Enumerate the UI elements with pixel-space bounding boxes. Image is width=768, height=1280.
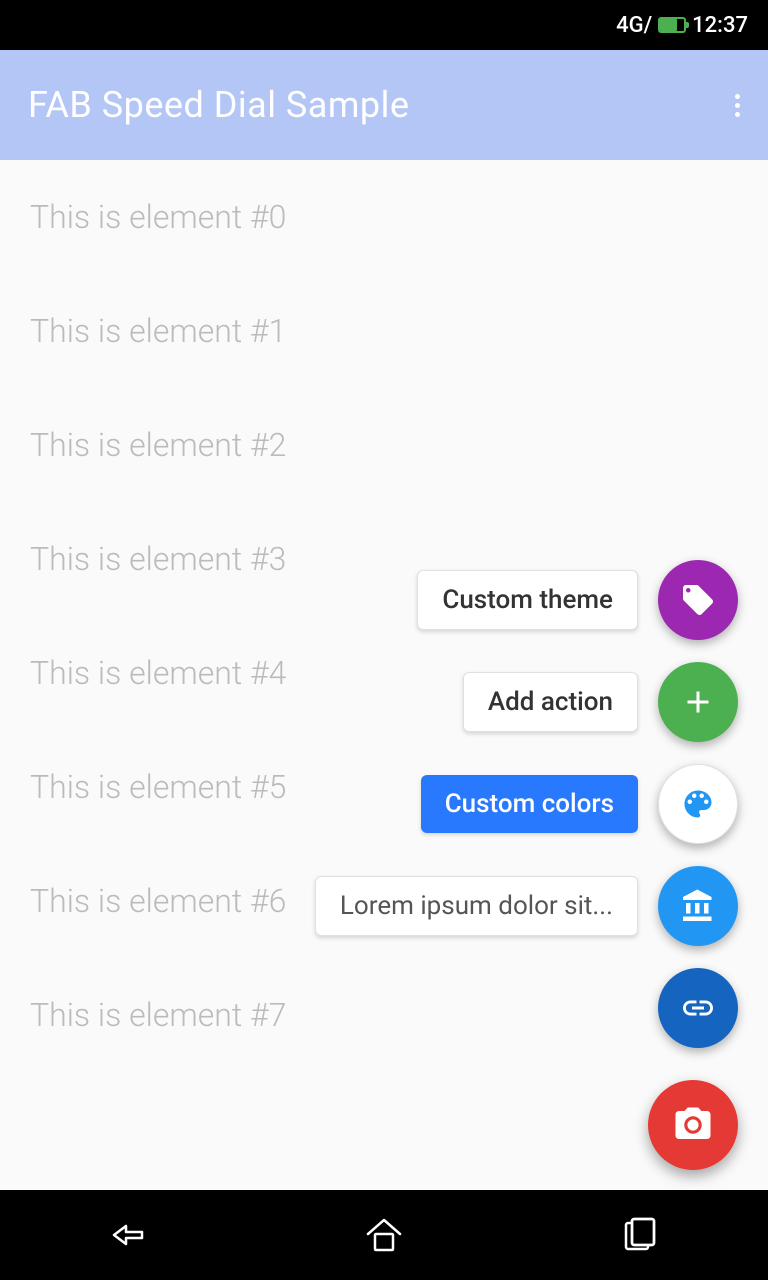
plus-icon xyxy=(680,684,716,720)
clock: 12:37 xyxy=(692,13,748,38)
fab-item-lorem: Lorem ipsum dolor sit... xyxy=(315,866,738,946)
list-item: This is element #0 xyxy=(0,160,768,274)
status-bar: 4G/ 12:37 xyxy=(0,0,768,50)
lorem-label[interactable]: Lorem ipsum dolor sit... xyxy=(315,876,638,936)
add-action-button[interactable] xyxy=(658,662,738,742)
link-icon xyxy=(680,990,716,1026)
battery-icon xyxy=(658,17,686,33)
more-options-button[interactable] xyxy=(735,94,740,117)
recents-icon xyxy=(620,1217,660,1253)
app-title: FAB Speed Dial Sample xyxy=(28,84,410,126)
app-bar: FAB Speed Dial Sample xyxy=(0,50,768,160)
status-icons: 4G/ 12:37 xyxy=(616,13,748,38)
bottom-nav xyxy=(0,1190,768,1280)
back-icon xyxy=(106,1220,150,1250)
list-item: This is element #2 xyxy=(0,388,768,502)
fab-item-link xyxy=(658,968,738,1048)
bank-icon xyxy=(680,888,716,924)
home-button[interactable] xyxy=(354,1215,414,1255)
content-area: This is element #0 This is element #1 Th… xyxy=(0,160,768,1190)
back-button[interactable] xyxy=(98,1215,158,1255)
camera-icon xyxy=(672,1104,714,1146)
add-action-label[interactable]: Add action xyxy=(463,672,638,732)
main-fab-button[interactable] xyxy=(648,1080,738,1170)
custom-theme-button[interactable] xyxy=(658,560,738,640)
signal-indicator: 4G/ xyxy=(616,13,652,38)
lorem-button[interactable] xyxy=(658,866,738,946)
custom-colors-button[interactable] xyxy=(658,764,738,844)
list-item: This is element #1 xyxy=(0,274,768,388)
fab-item-custom-theme: Custom theme xyxy=(417,560,738,640)
recents-button[interactable] xyxy=(610,1215,670,1255)
palette-icon xyxy=(680,786,716,822)
fab-item-custom-colors: Custom colors xyxy=(421,764,738,844)
tag-icon xyxy=(680,582,716,618)
home-icon xyxy=(364,1216,404,1254)
fab-item-add-action: Add action xyxy=(463,662,738,742)
link-button[interactable] xyxy=(658,968,738,1048)
fab-speed-dial: Custom theme Add action Custom colors xyxy=(315,560,738,1170)
custom-colors-label[interactable]: Custom colors xyxy=(421,775,638,833)
custom-theme-label[interactable]: Custom theme xyxy=(417,570,638,630)
